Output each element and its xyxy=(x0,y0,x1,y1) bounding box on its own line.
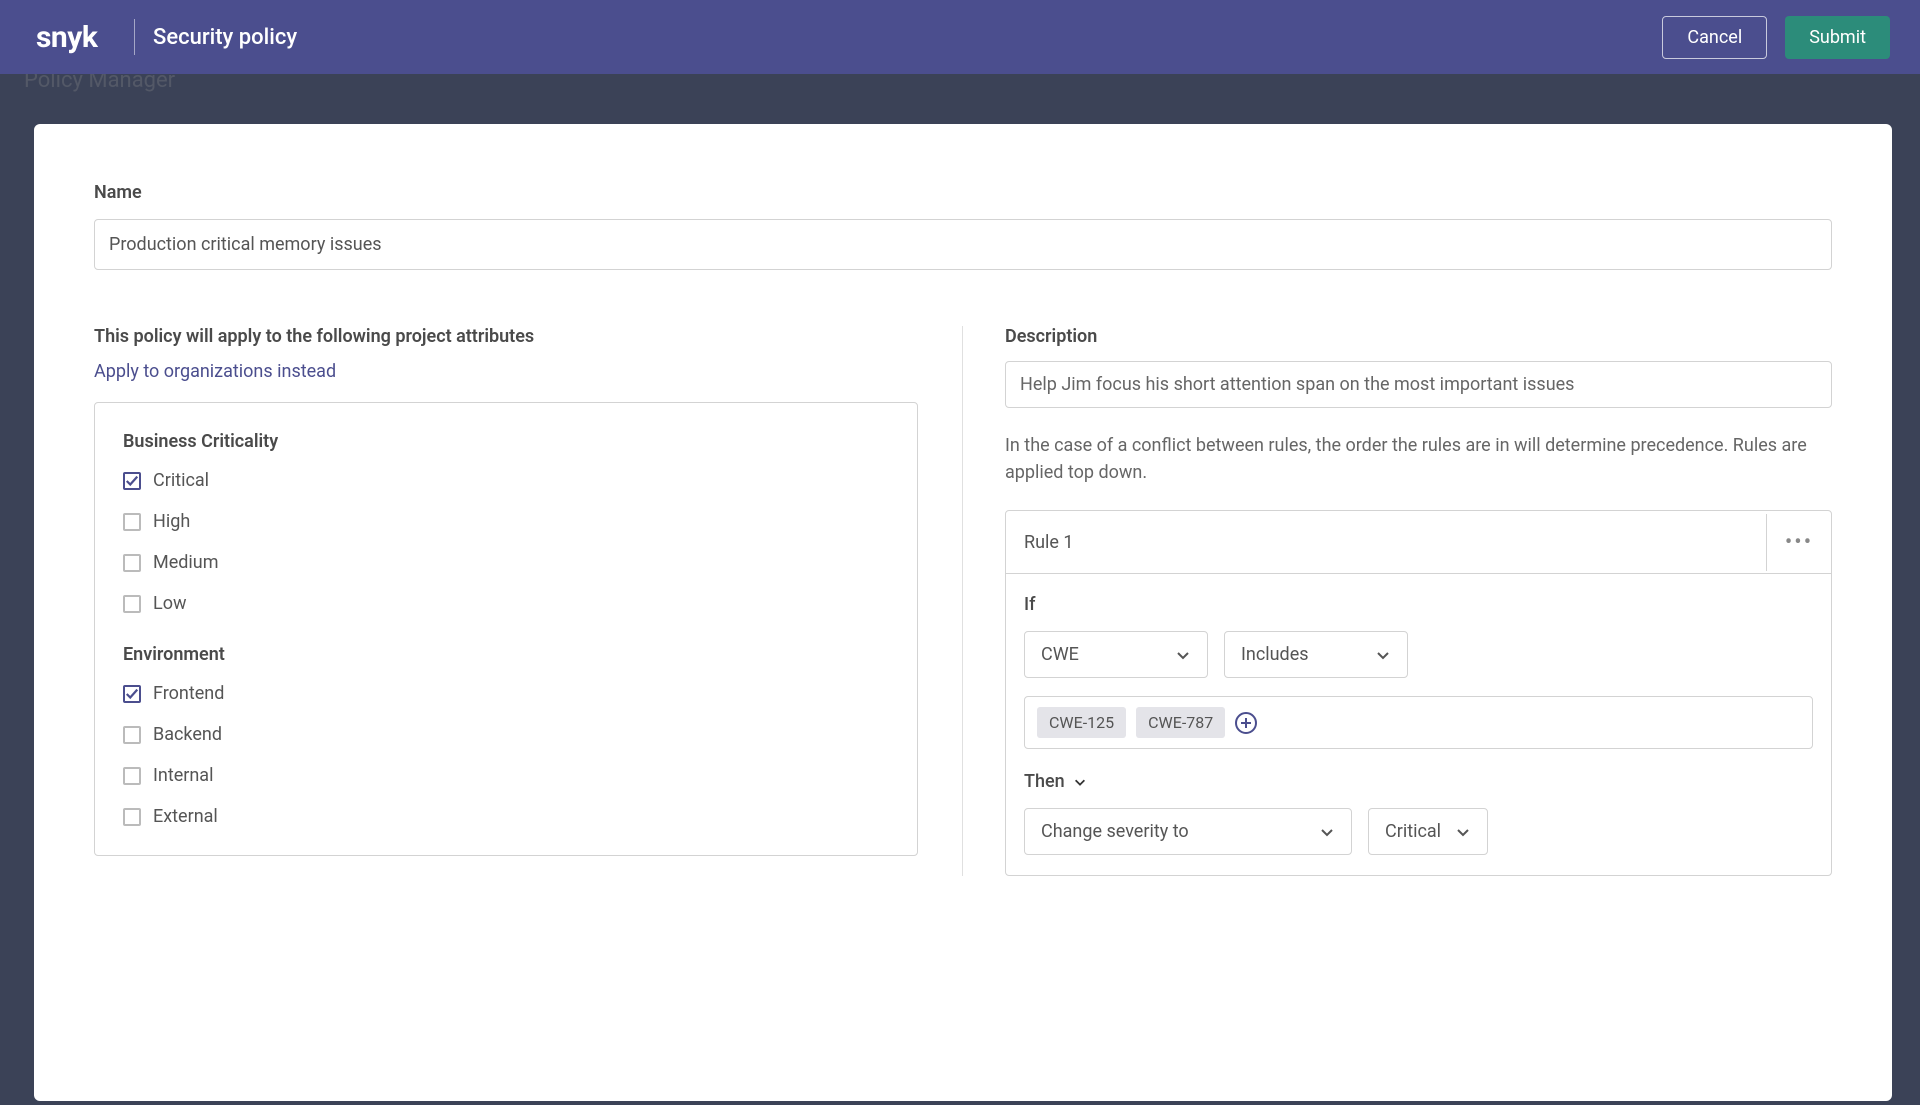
checkbox-label: Internal xyxy=(153,765,213,786)
rule-body: If CWE Includes CWE-125 CWE-787 xyxy=(1006,574,1831,875)
more-icon: ••• xyxy=(1785,530,1813,555)
attributes-heading: This policy will apply to the following … xyxy=(94,326,918,347)
snyk-logo: snyk xyxy=(36,19,116,55)
group-title: Environment xyxy=(123,644,889,665)
logo-divider xyxy=(134,19,135,55)
rule-title: Rule 1 xyxy=(1006,514,1767,571)
then-label: Then xyxy=(1024,771,1813,792)
checkbox-label: Frontend xyxy=(153,683,224,704)
checkbox-icon xyxy=(123,554,141,572)
chevron-down-icon xyxy=(1073,775,1087,789)
select-value: Includes xyxy=(1241,644,1309,665)
condition-operator-select[interactable]: Includes xyxy=(1224,631,1408,678)
if-label: If xyxy=(1024,594,1813,615)
checkbox-medium[interactable]: Medium xyxy=(123,552,889,573)
select-value: Change severity to xyxy=(1041,821,1189,842)
checkbox-icon xyxy=(123,726,141,744)
rule-header: Rule 1 ••• xyxy=(1006,511,1831,574)
chevron-down-icon xyxy=(1319,824,1335,840)
checkbox-label: High xyxy=(153,511,190,532)
plus-icon xyxy=(1240,717,1252,729)
checkbox-icon xyxy=(123,767,141,785)
checkbox-icon xyxy=(123,685,141,703)
rules-hint: In the case of a conflict between rules,… xyxy=(1005,432,1832,486)
checkbox-label: Critical xyxy=(153,470,209,491)
apply-to-orgs-link[interactable]: Apply to organizations instead xyxy=(94,361,336,382)
rule-card: Rule 1 ••• If CWE Includes xyxy=(1005,510,1832,876)
then-label-text: Then xyxy=(1024,771,1065,792)
environment-group: Environment Frontend Backend Internal xyxy=(123,644,889,827)
checkbox-critical[interactable]: Critical xyxy=(123,470,889,491)
svg-text:snyk: snyk xyxy=(36,20,99,55)
name-label: Name xyxy=(94,182,1832,203)
header-left: snyk Security policy xyxy=(36,19,297,55)
add-tag-button[interactable] xyxy=(1235,712,1257,734)
checkbox-label: Backend xyxy=(153,724,222,745)
cwe-tag[interactable]: CWE-125 xyxy=(1037,707,1126,738)
group-title: Business Criticality xyxy=(123,431,889,452)
chevron-down-icon xyxy=(1175,647,1191,663)
header-actions: Cancel Submit xyxy=(1662,16,1890,59)
page-title: Security policy xyxy=(153,25,297,50)
chevron-down-icon xyxy=(1375,647,1391,663)
name-input[interactable] xyxy=(94,219,1832,270)
rules-column: Description In the case of a conflict be… xyxy=(963,326,1832,876)
checkbox-internal[interactable]: Internal xyxy=(123,765,889,786)
condition-row: CWE Includes xyxy=(1024,631,1813,678)
checkbox-frontend[interactable]: Frontend xyxy=(123,683,889,704)
condition-field-select[interactable]: CWE xyxy=(1024,631,1208,678)
checkbox-icon xyxy=(123,808,141,826)
checkbox-backend[interactable]: Backend xyxy=(123,724,889,745)
checkbox-high[interactable]: High xyxy=(123,511,889,532)
submit-button[interactable]: Submit xyxy=(1785,16,1890,59)
checkbox-low[interactable]: Low xyxy=(123,593,889,614)
checkbox-label: Low xyxy=(153,593,187,614)
cancel-button[interactable]: Cancel xyxy=(1662,16,1767,59)
severity-select[interactable]: Critical xyxy=(1368,808,1488,855)
checkbox-icon xyxy=(123,513,141,531)
action-row: Change severity to Critical xyxy=(1024,808,1813,855)
checkbox-icon xyxy=(123,472,141,490)
action-select[interactable]: Change severity to xyxy=(1024,808,1352,855)
chevron-down-icon xyxy=(1455,824,1471,840)
business-criticality-group: Business Criticality Critical High Mediu… xyxy=(123,431,889,614)
cwe-tag[interactable]: CWE-787 xyxy=(1136,707,1225,738)
select-value: Critical xyxy=(1385,821,1441,842)
policy-form-panel: Name This policy will apply to the follo… xyxy=(34,124,1892,1101)
checkbox-external[interactable]: External xyxy=(123,806,889,827)
attributes-box: Business Criticality Critical High Mediu… xyxy=(94,402,918,856)
attributes-column: This policy will apply to the following … xyxy=(94,326,963,876)
checkbox-label: External xyxy=(153,806,218,827)
description-label: Description xyxy=(1005,326,1832,347)
app-header: snyk Security policy Cancel Submit xyxy=(0,0,1920,74)
select-value: CWE xyxy=(1041,644,1079,665)
checkbox-icon xyxy=(123,595,141,613)
cwe-tags-input[interactable]: CWE-125 CWE-787 xyxy=(1024,696,1813,749)
description-input[interactable] xyxy=(1005,361,1832,408)
rule-more-button[interactable]: ••• xyxy=(1767,511,1831,573)
checkbox-label: Medium xyxy=(153,552,219,573)
